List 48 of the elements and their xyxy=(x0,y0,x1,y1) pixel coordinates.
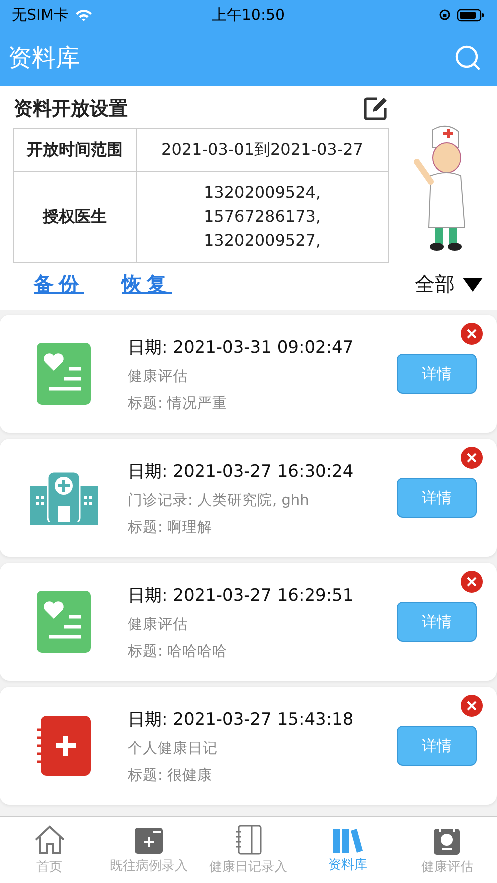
carrier-label: 无SIM卡 xyxy=(12,6,69,24)
record-title: 标题: 情况严重 xyxy=(128,394,228,412)
tab-item[interactable]: 健康日记录入 xyxy=(198,817,298,883)
text-link[interactable]: 备份 xyxy=(34,271,84,298)
battery-icon xyxy=(456,8,485,22)
record-date: 日期: 2021-03-27 15:43:18 xyxy=(128,708,355,730)
wifi-icon xyxy=(74,8,93,22)
search-icon[interactable] xyxy=(455,45,481,71)
tab-item[interactable]: 健康评估 xyxy=(398,817,497,883)
caret-icon xyxy=(463,276,483,292)
details-button[interactable]: 详情 xyxy=(397,354,477,394)
page-title: 资料库 xyxy=(8,43,80,74)
hospital-icon xyxy=(30,470,98,526)
record-type: 健康评估 xyxy=(128,616,189,634)
rotation-lock-icon xyxy=(438,9,451,21)
delete-icon[interactable] xyxy=(461,447,483,469)
delete-icon[interactable] xyxy=(461,695,483,717)
record-date: 日期: 2021-03-27 16:30:24 xyxy=(128,460,355,482)
health-report-icon xyxy=(37,343,91,405)
details-button[interactable]: 详情 xyxy=(397,602,477,642)
tab-item[interactable]: 既往病例录入 xyxy=(99,817,199,883)
tab-item[interactable]: 资料库 xyxy=(298,817,398,883)
delete-icon[interactable] xyxy=(461,571,483,593)
record-title: 标题: 啊理解 xyxy=(128,518,214,536)
tab-item[interactable]: 首页 xyxy=(0,817,100,883)
filter-dropdown[interactable]: 全部 xyxy=(415,271,483,298)
notebook-icon xyxy=(234,824,263,854)
record-title: 标题: 哈哈哈哈 xyxy=(128,642,228,660)
medical-notebook-icon xyxy=(37,716,91,776)
table-cell: 开放时间范围 xyxy=(14,128,136,172)
record-type: 个人健康日记 xyxy=(128,740,219,758)
edit-icon[interactable] xyxy=(363,96,389,122)
books-icon xyxy=(332,826,363,852)
section-title: 资料开放设置 xyxy=(14,97,128,122)
record-title: 标题: 很健康 xyxy=(128,766,214,784)
details-button[interactable]: 详情 xyxy=(397,478,477,518)
record-date: 日期: 2021-03-31 09:02:47 xyxy=(128,336,355,358)
table-cell: 2021-03-01到2021-03-27 xyxy=(136,128,388,172)
record-date: 日期: 2021-03-27 16:29:51 xyxy=(128,584,355,606)
details-button[interactable]: 详情 xyxy=(397,726,477,766)
health-report-icon xyxy=(37,591,91,653)
text-link[interactable]: 恢复 xyxy=(122,271,172,298)
delete-icon[interactable] xyxy=(461,323,483,345)
status-time: 上午10:50 xyxy=(212,6,286,24)
record-type: 门诊记录: 人类研究院, ghh xyxy=(128,492,310,510)
record-type: 健康评估 xyxy=(128,368,189,386)
folder-plus-icon xyxy=(135,826,164,854)
home-icon xyxy=(34,824,66,854)
